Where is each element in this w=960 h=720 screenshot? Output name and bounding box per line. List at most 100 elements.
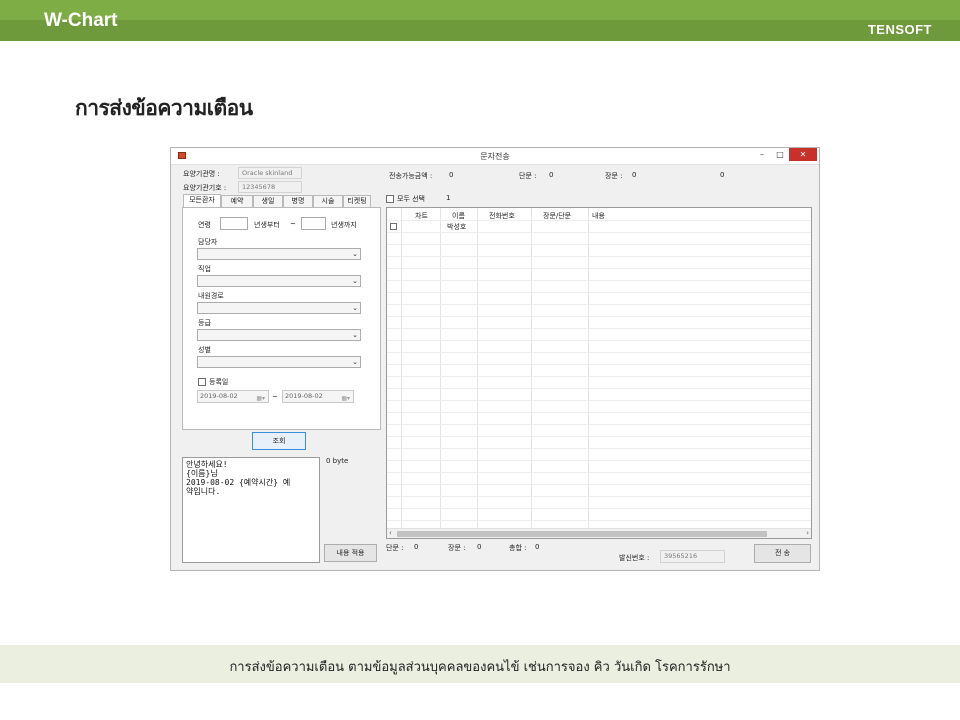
column-header-content[interactable]: 내용 [592, 211, 605, 221]
grid-line [387, 400, 811, 401]
search-button[interactable]: 조회 [252, 432, 306, 450]
grid-line [387, 520, 811, 521]
apply-content-button[interactable]: 내용 적용 [324, 544, 377, 562]
regdate-checkbox[interactable] [198, 378, 206, 386]
date-to-picker[interactable]: 2019-08-02 ▦▾ [282, 390, 354, 403]
grid-line [387, 232, 811, 233]
byte-count: 0 byte [326, 457, 349, 465]
age-tilde: ~ [290, 220, 296, 228]
tab-birthday[interactable]: 생일 [253, 195, 283, 207]
chevron-down-icon: ⌄ [352, 304, 358, 312]
bottom-total-label: 총합 : [509, 544, 527, 552]
sender-number-field[interactable]: 39565216 [660, 550, 725, 563]
window-title: 문자전송 [480, 152, 510, 161]
job-select[interactable]: ⌄ [197, 275, 361, 287]
age-to-input[interactable] [301, 217, 326, 230]
tab-ticketing[interactable]: 티켓팅 [343, 195, 371, 207]
route-select[interactable]: ⌄ [197, 302, 361, 314]
horizontal-scrollbar[interactable]: ‹ › [387, 528, 811, 538]
message-line: 2019-08-02 {예약시간} 예 [186, 478, 291, 487]
clinic-code-field[interactable]: 12345678 [238, 181, 302, 193]
job-label: 직업 [198, 265, 211, 273]
date-from-picker[interactable]: 2019-08-02 ▦▾ [197, 390, 269, 403]
recipient-grid: 차트 이름 전화번호 장문/단문 내용 박성호 ‹ › [386, 207, 812, 539]
age-from-input[interactable] [220, 217, 248, 230]
minimize-button[interactable]: – [755, 148, 769, 161]
age-label: 연령 [198, 221, 211, 229]
grid-line [387, 424, 811, 425]
tab-all-patients[interactable]: 모든환자 [183, 194, 221, 207]
grid-line [387, 388, 811, 389]
message-line: {이름}님 [186, 469, 218, 478]
message-line: 안녕하세요! [186, 460, 228, 469]
grid-line [387, 436, 811, 437]
long-count-label: 장문 : [605, 172, 623, 180]
footer-caption: การส่งข้อความเตือน ตามข้อมูลส่วนบุคคลของ… [229, 660, 731, 675]
brand-name: TENSOFT [867, 22, 932, 37]
grid-line [387, 292, 811, 293]
gender-select[interactable]: ⌄ [197, 356, 361, 368]
top-banner-stripe [0, 0, 960, 20]
gender-label: 성별 [198, 346, 211, 354]
scroll-right-icon[interactable]: › [806, 529, 809, 537]
row-checkbox[interactable] [390, 223, 397, 230]
short-count-label: 단문 : [519, 172, 537, 180]
clinic-name-label: 요양기관명 : [183, 170, 220, 178]
grid-line [387, 280, 811, 281]
bottom-long-value: 0 [477, 543, 482, 551]
table-row-name[interactable]: 박성호 [447, 222, 466, 232]
message-line: 약입니다. [186, 487, 221, 496]
regdate-label: 등록일 [209, 378, 229, 386]
grid-line [387, 304, 811, 305]
scroll-left-icon[interactable]: ‹ [389, 529, 392, 537]
scrollbar-thumb[interactable] [397, 531, 767, 537]
maximize-button[interactable]: □ [773, 148, 787, 161]
bottom-short-label: 단문 : [386, 544, 404, 552]
route-label: 내원경로 [198, 292, 224, 300]
grid-line [387, 484, 811, 485]
date-tilde: ~ [272, 393, 278, 401]
footer-bar: การส่งข้อความเตือน ตามข้อมูลส่วนบุคคลของ… [0, 645, 960, 683]
grid-line [387, 376, 811, 377]
clinic-name-field[interactable]: Oracle skinland [238, 167, 302, 179]
sender-label: 발신번호 : [619, 554, 650, 562]
staff-select[interactable]: ⌄ [197, 248, 361, 260]
column-header-chart[interactable]: 차트 [415, 211, 428, 221]
tab-procedure[interactable]: 시술 [313, 195, 343, 207]
bottom-total-value: 0 [535, 543, 540, 551]
grid-line [387, 256, 811, 257]
age-to-label: 년생까지 [331, 221, 357, 229]
calendar-icon: ▦▾ [256, 395, 265, 402]
sms-window: 문자전송 – □ ✕ 요양기관명 : Oracle skinland 요양기관기… [170, 147, 820, 571]
bottom-long-label: 장문 : [448, 544, 466, 552]
tab-disease[interactable]: 병명 [283, 195, 313, 207]
filter-panel: 연령 년생부터 ~ 년생까지 담당자 ⌄ 직업 ⌄ 내원경로 ⌄ 등급 ⌄ 성별… [182, 207, 381, 430]
grid-line [387, 328, 811, 329]
chevron-down-icon: ⌄ [352, 358, 358, 366]
grid-line [387, 412, 811, 413]
message-textarea[interactable]: 안녕하세요! {이름}님 2019-08-02 {예약시간} 예 약입니다. [182, 457, 320, 563]
column-header-phone[interactable]: 전화번호 [489, 211, 515, 221]
select-all-checkbox[interactable] [386, 195, 394, 203]
top-banner: W-Chart TENSOFT [0, 0, 960, 41]
close-button[interactable]: ✕ [789, 148, 817, 161]
date-to-value: 2019-08-02 [285, 392, 323, 400]
amount-label: 전송가능금액 : [389, 172, 433, 180]
window-titlebar: 문자전송 – □ ✕ [171, 148, 819, 165]
send-button[interactable]: 전 송 [754, 544, 811, 563]
clinic-code-label: 요양기관기호 : [183, 184, 227, 192]
calendar-icon: ▦▾ [341, 395, 350, 402]
tab-reservation[interactable]: 예약 [221, 195, 253, 207]
column-header-type[interactable]: 장문/단문 [543, 211, 571, 221]
chevron-down-icon: ⌄ [352, 331, 358, 339]
long-count-value: 0 [632, 171, 637, 179]
column-header-name[interactable]: 이름 [452, 211, 465, 221]
chevron-down-icon: ⌄ [352, 250, 358, 258]
app-title: W-Chart [44, 10, 118, 31]
selected-count: 1 [446, 194, 451, 202]
extra-count-value: 0 [720, 171, 725, 179]
grid-line [387, 316, 811, 317]
short-count-value: 0 [549, 171, 554, 179]
grade-select[interactable]: ⌄ [197, 329, 361, 341]
select-all-label: 모두 선택 [397, 195, 425, 203]
